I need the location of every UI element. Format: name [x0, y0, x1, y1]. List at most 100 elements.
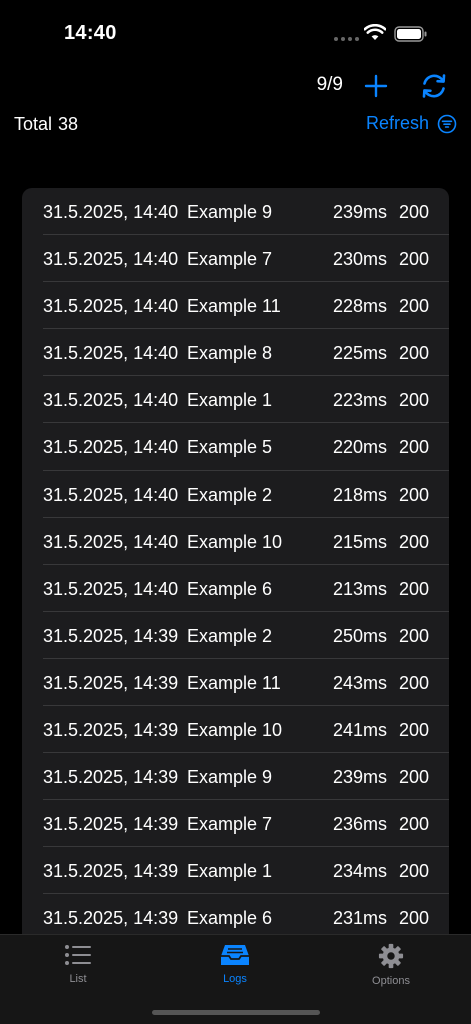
log-date: 31.5.2025, 14:39 [43, 908, 179, 929]
log-name: Example 2 [187, 484, 273, 505]
log-row[interactable]: 31.5.2025, 14:40 Example 9 239ms 200 [43, 188, 449, 236]
log-name: Example 1 [187, 861, 273, 882]
add-button[interactable] [362, 72, 390, 100]
filter-icon [437, 114, 457, 133]
log-date: 31.5.2025, 14:40 [43, 531, 179, 552]
log-status-code: 200 [398, 814, 429, 835]
log-row[interactable]: 31.5.2025, 14:39 Example 7 236ms 200 [43, 800, 449, 848]
log-row[interactable]: 31.5.2025, 14:39 Example 10 241ms 200 [43, 706, 449, 754]
log-duration: 223ms [332, 390, 387, 411]
log-duration: 228ms [332, 296, 387, 317]
refresh-button[interactable]: Refresh [366, 113, 457, 134]
log-duration: 225ms [332, 343, 387, 364]
log-name: Example 7 [187, 814, 273, 835]
log-name: Example 8 [187, 343, 273, 364]
log-status-code: 200 [398, 720, 429, 741]
log-date: 31.5.2025, 14:40 [43, 437, 179, 458]
tab-list-label: List [69, 973, 87, 985]
battery-icon [394, 26, 427, 42]
log-row[interactable]: 31.5.2025, 14:40 Example 11 228ms 200 [43, 282, 449, 330]
log-status-code: 200 [398, 578, 429, 599]
tab-logs[interactable]: Logs [190, 943, 280, 985]
log-date: 31.5.2025, 14:39 [43, 814, 179, 835]
log-date: 31.5.2025, 14:39 [43, 625, 179, 646]
log-status-code: 200 [398, 672, 429, 693]
log-status-code: 200 [398, 343, 429, 364]
total-label: Total [14, 114, 53, 134]
tray-icon [221, 945, 249, 965]
log-status-code: 200 [398, 861, 429, 882]
tab-options-label: Options [372, 975, 410, 987]
log-duration: 218ms [332, 484, 387, 505]
log-name: Example 10 [187, 531, 283, 552]
refresh-label: Refresh [365, 113, 429, 133]
log-status-code: 200 [398, 908, 429, 929]
cellular-signal-icon [334, 37, 359, 41]
status-time: 14:40 [64, 22, 117, 44]
log-duration: 234ms [332, 861, 387, 882]
log-duration: 230ms [332, 249, 387, 270]
logs-list: 31.5.2025, 14:40 Example 9 239ms 200 31.5.20… [22, 188, 449, 948]
log-name: Example 6 [187, 908, 273, 929]
log-date: 31.5.2025, 14:39 [43, 720, 179, 741]
log-status-code: 200 [398, 531, 429, 552]
tab-logs-label: Logs [223, 973, 247, 985]
log-date: 31.5.2025, 14:39 [43, 767, 179, 788]
log-date: 31.5.2025, 14:40 [43, 202, 179, 222]
log-row[interactable]: 31.5.2025, 14:39 Example 1 234ms 200 [43, 847, 449, 895]
log-status-code: 200 [398, 249, 429, 270]
log-status-code: 200 [398, 202, 429, 222]
log-name: Example 9 [187, 202, 273, 222]
wifi-icon [364, 24, 386, 40]
log-name: Example 1 [187, 390, 273, 411]
log-duration: 236ms [332, 814, 387, 835]
log-row[interactable]: 31.5.2025, 14:40 Example 1 223ms 200 [43, 376, 449, 424]
log-row[interactable]: 31.5.2025, 14:40 Example 7 230ms 200 [43, 235, 449, 283]
page-count: 9/9 [316, 74, 343, 95]
log-duration: 250ms [332, 625, 387, 646]
sync-icon[interactable] [418, 70, 450, 102]
log-row[interactable]: 31.5.2025, 14:40 Example 8 225ms 200 [43, 329, 449, 377]
log-status-code: 200 [398, 767, 429, 788]
log-date: 31.5.2025, 14:39 [43, 861, 179, 882]
log-date: 31.5.2025, 14:40 [43, 296, 179, 317]
log-status-code: 200 [398, 296, 429, 317]
log-name: Example 10 [187, 720, 283, 741]
log-row[interactable]: 31.5.2025, 14:40 Example 2 218ms 200 [43, 471, 449, 518]
tab-options[interactable]: Options [346, 943, 436, 987]
log-name: Example 6 [187, 578, 273, 599]
navigation-bar: 9/9 [0, 68, 471, 104]
log-row[interactable]: 31.5.2025, 14:40 Example 6 213ms 200 [43, 565, 449, 612]
log-name: Example 11 [187, 296, 281, 317]
log-name: Example 2 [187, 625, 273, 646]
log-row[interactable]: 31.5.2025, 14:40 Example 10 215ms 200 [43, 518, 449, 565]
log-status-code: 200 [398, 390, 429, 411]
log-duration: 241ms [332, 720, 387, 741]
log-date: 31.5.2025, 14:39 [43, 672, 179, 693]
log-date: 31.5.2025, 14:40 [43, 578, 179, 599]
log-date: 31.5.2025, 14:40 [43, 343, 179, 364]
status-bar: 14:40 [0, 0, 471, 60]
log-name: Example 9 [187, 767, 273, 788]
log-status-code: 200 [398, 484, 429, 505]
log-row[interactable]: 31.5.2025, 14:39 Example 11 243ms 200 [43, 659, 449, 707]
log-name: Example 7 [187, 249, 273, 270]
total-value: 38 [58, 114, 79, 134]
log-row[interactable]: 31.5.2025, 14:39 Example 2 250ms 200 [43, 612, 449, 659]
log-name: Example 5 [187, 437, 273, 458]
home-indicator [152, 1010, 320, 1015]
log-duration: 239ms [332, 202, 387, 222]
gear-icon [378, 943, 404, 969]
list-icon [65, 945, 91, 965]
log-row[interactable]: 31.5.2025, 14:39 Example 9 239ms 200 [43, 753, 449, 801]
log-date: 31.5.2025, 14:40 [43, 484, 179, 505]
log-duration: 215ms [332, 531, 387, 552]
tab-list[interactable]: List [33, 943, 123, 985]
log-status-code: 200 [398, 625, 429, 646]
log-status-code: 200 [398, 437, 429, 458]
log-date: 31.5.2025, 14:40 [43, 249, 179, 270]
log-duration: 231ms [332, 908, 387, 929]
total-summary: Total 38 [14, 114, 78, 135]
log-row[interactable]: 31.5.2025, 14:40 Example 5 220ms 200 [43, 423, 449, 471]
log-name: Example 11 [187, 672, 281, 693]
